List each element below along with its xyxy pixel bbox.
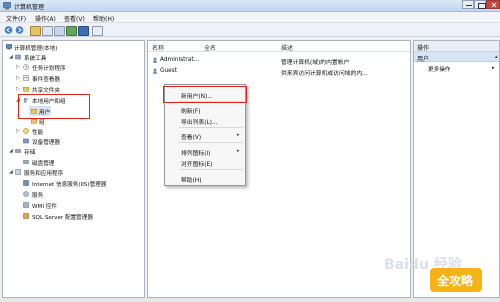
cell-name: Administrat... xyxy=(160,57,200,63)
minimize-button[interactable] xyxy=(462,0,474,9)
storage-icon xyxy=(15,149,21,153)
chevron-down-icon[interactable]: ◢ xyxy=(9,170,13,175)
tree-item-task-scheduler[interactable]: 任务计划程序 xyxy=(32,64,66,72)
tree-item-iis-manager[interactable]: Internet 信息服务(IIS)管理器 xyxy=(32,180,106,188)
computer-management-icon xyxy=(3,2,11,10)
cell-description: 管理计算机(域)的内置帐户 xyxy=(281,60,350,66)
tree-item-device-manager[interactable]: 设备管理器 xyxy=(32,138,60,146)
tree-item-system-tools[interactable]: 系统工具 xyxy=(24,54,46,62)
cell-description: 供来宾访问计算机或访问域的内... xyxy=(281,71,368,77)
collapse-arrow-icon[interactable]: ▴ xyxy=(495,54,498,60)
tree-root-computer-management[interactable]: 计算机管理(本地) xyxy=(14,44,58,52)
export-list-icon[interactable] xyxy=(92,26,103,36)
column-name[interactable]: 名称 xyxy=(152,43,164,52)
forward-icon[interactable] xyxy=(15,26,24,34)
shared-folder-icon xyxy=(23,87,29,92)
more-actions-link[interactable]: 更多操作 xyxy=(428,65,450,73)
computer-icon xyxy=(6,44,12,50)
system-tools-icon xyxy=(15,54,21,60)
menu-separator xyxy=(179,142,243,143)
wmi-control-icon xyxy=(23,202,29,208)
list-header: 名称 全名 描述 xyxy=(148,41,410,52)
properties-icon[interactable] xyxy=(54,26,65,36)
menu-file[interactable]: 文件(F) xyxy=(6,14,26,23)
tree-item-performance[interactable]: 性能 xyxy=(32,128,43,136)
menu-item-arrange-icons[interactable]: 排列图标(I) xyxy=(181,148,210,157)
help-icon[interactable] xyxy=(78,26,89,36)
watermark-badge-text: 全攻略 xyxy=(437,274,474,288)
services-applications-icon xyxy=(15,169,21,175)
menu-separator xyxy=(179,169,243,170)
sql-server-config-icon xyxy=(23,213,29,219)
menu-item-refresh[interactable]: 刷新(F) xyxy=(181,106,200,115)
menu-item-view[interactable]: 查看(V) xyxy=(181,132,201,141)
close-icon xyxy=(491,2,497,8)
up-folder-icon[interactable] xyxy=(30,26,41,36)
tree-item-disk-management[interactable]: 磁盘管理 xyxy=(32,159,54,167)
chevron-down-icon[interactable]: ◢ xyxy=(9,149,13,154)
chevron-right-icon: ▸ xyxy=(492,65,495,71)
menu-view[interactable]: 查看(V) xyxy=(64,14,85,23)
tree-item-storage[interactable]: 存储 xyxy=(24,148,35,156)
menu-help[interactable]: 帮助(H) xyxy=(93,14,114,23)
table-row[interactable]: Administrat... 管理计算机(域)的内置帐户 xyxy=(148,56,410,66)
tree-item-groups[interactable]: 组 xyxy=(39,118,45,126)
user-icon xyxy=(153,57,157,63)
menu-item-help[interactable]: 帮助(H) xyxy=(181,175,201,184)
column-fullname[interactable]: 全名 xyxy=(204,43,216,52)
toolbar xyxy=(0,23,500,37)
performance-icon xyxy=(23,128,29,134)
window-title: 计算机管理 xyxy=(14,4,45,11)
iis-manager-icon xyxy=(23,180,29,186)
highlight-box-local-users xyxy=(18,94,90,119)
maximize-icon xyxy=(478,3,486,9)
disk-management-icon xyxy=(23,160,29,164)
event-viewer-icon xyxy=(23,75,29,81)
tree-item-shared-folders[interactable]: 共享文件夹 xyxy=(32,86,60,94)
menu-separator xyxy=(179,127,243,128)
menu-item-align-icons[interactable]: 对齐图标(E) xyxy=(181,159,212,168)
submenu-arrow-icon: ▸ xyxy=(237,132,240,138)
actions-header: 操作 xyxy=(414,41,499,52)
cell-name: Guest xyxy=(160,68,178,74)
task-scheduler-icon xyxy=(23,64,29,70)
back-icon[interactable] xyxy=(4,26,13,34)
menu-bar: 文件(F) 操作(A) 查看(V) 帮助(H) xyxy=(0,12,500,23)
device-manager-icon xyxy=(23,138,29,144)
actions-title: 操作 xyxy=(417,45,430,52)
actions-section-label: 用户 xyxy=(417,56,430,63)
close-button[interactable] xyxy=(486,0,500,9)
table-row[interactable]: Guest 供来宾访问计算机或访问域的内... xyxy=(148,67,410,77)
minimize-icon xyxy=(466,5,472,6)
menu-item-export-list[interactable]: 导出列表(L)... xyxy=(181,117,217,126)
tree-item-wmi-control[interactable]: WMI 控件 xyxy=(32,202,57,210)
column-description[interactable]: 描述 xyxy=(281,43,293,52)
tree-item-services-and-applications[interactable]: 服务和应用程序 xyxy=(24,169,63,177)
chevron-right-icon[interactable]: ▷ xyxy=(16,129,20,134)
highlight-box-new-user xyxy=(163,86,247,103)
chevron-right-icon[interactable]: ▷ xyxy=(16,76,20,81)
navigation-tree: 计算机管理(本地) ◢ 系统工具 ▷ 任务计划程序 ▷ 事件查看器 ▷ 共享文件… xyxy=(2,40,145,298)
tree-item-services[interactable]: 服务 xyxy=(32,191,43,199)
user-icon xyxy=(153,68,157,74)
menu-action[interactable]: 操作(A) xyxy=(35,14,56,23)
submenu-arrow-icon: ▸ xyxy=(237,148,240,154)
actions-section-users[interactable]: 用户 xyxy=(414,52,499,63)
chevron-down-icon[interactable]: ◢ xyxy=(9,55,13,60)
status-bar xyxy=(0,298,500,302)
tree-item-event-viewer[interactable]: 事件查看器 xyxy=(32,75,60,83)
services-icon xyxy=(23,191,29,197)
chevron-right-icon[interactable]: ▷ xyxy=(16,87,20,92)
show-tree-icon[interactable] xyxy=(42,26,53,36)
maximize-button[interactable] xyxy=(474,0,486,9)
chevron-right-icon[interactable]: ▷ xyxy=(16,65,20,70)
tree-item-sql-server-config-manager[interactable]: SQL Server 配置管理器 xyxy=(32,213,93,221)
title-bar: 计算机管理 xyxy=(0,0,500,12)
refresh-icon[interactable] xyxy=(66,26,77,36)
